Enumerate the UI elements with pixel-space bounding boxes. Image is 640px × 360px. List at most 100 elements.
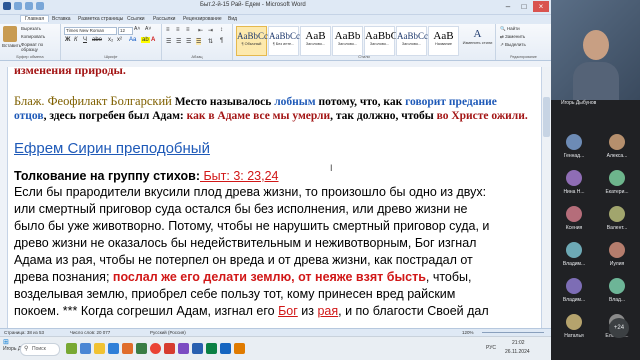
tab-home[interactable]: Главная (20, 15, 50, 22)
status-zoom[interactable]: 120% (462, 330, 474, 335)
tab-review[interactable]: Рецензирование (183, 16, 222, 22)
numbering-icon[interactable]: ≡ (176, 27, 180, 33)
clock-date[interactable]: 26.11.2024 (505, 349, 530, 355)
status-page[interactable]: Страница: 38 из 53 (4, 330, 44, 335)
self-video-tile[interactable] (551, 0, 640, 100)
doc-link-god[interactable]: Бог (278, 304, 298, 318)
font-name-select[interactable]: Times New Roman (64, 27, 117, 35)
select-button[interactable]: ↗ Выделить (500, 42, 526, 48)
justify-icon[interactable]: ☰ (196, 38, 202, 45)
participant-tile[interactable]: Владим... (553, 240, 595, 276)
vertical-scrollbar[interactable] (541, 67, 551, 328)
show-marks-icon[interactable]: ¶ (220, 38, 223, 44)
maximize-button[interactable]: □ (516, 1, 532, 12)
align-right-icon[interactable]: ☰ (186, 38, 191, 45)
sort-icon[interactable]: ↕ (220, 27, 223, 33)
style-item[interactable]: AaBbCcDc ¶ Без инте... (268, 26, 311, 56)
italic-icon[interactable]: К (74, 37, 78, 43)
app-icon-chrome[interactable] (150, 343, 161, 354)
app-icon-zoom[interactable] (220, 343, 231, 354)
participant-tile[interactable]: Екатери... (596, 168, 638, 204)
taskbar-search[interactable]: ⚲ Поиск (20, 343, 60, 356)
grow-font-icon[interactable]: A˄ (134, 26, 140, 32)
status-language[interactable]: Русский (Россия) (150, 330, 186, 335)
app-icon-whatsapp[interactable] (136, 343, 147, 354)
strikethrough-icon[interactable]: abe (92, 37, 102, 43)
minimize-button[interactable]: – (500, 1, 516, 12)
style-item[interactable]: AaBbC Заголово... (364, 26, 398, 56)
change-styles-button[interactable]: A Изменить стили (462, 26, 493, 54)
style-item[interactable]: AaBbCcDc ¶ Обычный (236, 26, 279, 56)
subscript-icon[interactable]: x₂ (108, 37, 113, 43)
more-participants-badge[interactable]: +24 (609, 318, 629, 338)
app-icon-media[interactable] (122, 343, 133, 354)
app-icon-vlc[interactable] (234, 343, 245, 354)
participant-tile[interactable]: Ксения (553, 204, 595, 240)
participant-tile[interactable]: Иулия (596, 240, 638, 276)
font-color-icon[interactable]: A (151, 37, 155, 43)
style-item[interactable]: AaB Заголово... (300, 26, 331, 56)
app-icon-explorer[interactable] (94, 343, 105, 354)
style-item[interactable]: AaBbCcD Заголово... (396, 26, 435, 56)
doc-reference-link[interactable]: Быт: 3: 23,24 (200, 169, 278, 183)
app-icon-desktop[interactable] (66, 343, 77, 354)
highlight-icon[interactable]: ab (141, 37, 150, 43)
office-button-icon[interactable] (3, 2, 11, 10)
language-indicator[interactable]: РУС (486, 345, 496, 351)
participant-tile[interactable]: Валент... (596, 204, 638, 240)
tab-references[interactable]: Ссылки (127, 16, 145, 22)
vertical-ruler[interactable] (0, 67, 8, 328)
bullets-icon[interactable]: ≡ (166, 27, 170, 33)
line-spacing-icon[interactable]: ⇅ (208, 38, 213, 45)
app-icon-word[interactable] (192, 343, 203, 354)
app-icon-mail[interactable] (108, 343, 119, 354)
participant-tile[interactable]: Влад... (596, 276, 638, 312)
superscript-icon[interactable]: x² (117, 37, 122, 43)
save-icon[interactable] (14, 2, 22, 10)
doc-text-tradition: говорит предание (405, 96, 497, 108)
app-icon-meet[interactable] (206, 343, 217, 354)
doc-text-adam: как в Адаме все мы умерли (186, 110, 331, 122)
paste-icon[interactable] (3, 26, 17, 42)
format-painter-button[interactable]: Формат по образцу (21, 42, 60, 52)
participant-tile[interactable]: Наталья (553, 312, 595, 348)
decrease-indent-icon[interactable]: ⇤ (198, 27, 203, 34)
font-size-select[interactable]: 12 (118, 27, 133, 35)
close-button[interactable]: × (533, 1, 549, 12)
tab-view[interactable]: Вид (228, 16, 237, 22)
align-center-icon[interactable]: ☰ (176, 38, 181, 45)
replace-button[interactable]: ⇄ Заменить (500, 34, 525, 40)
status-words[interactable]: Число слов: 20 077 (70, 330, 110, 335)
start-icon[interactable]: ⊞ (3, 338, 9, 346)
undo-icon[interactable] (25, 2, 33, 10)
style-item[interactable]: AaB Название (428, 26, 459, 56)
app-icon-opera[interactable] (164, 343, 175, 354)
participant-tile[interactable]: Геннад... (553, 132, 595, 168)
participant-tile[interactable]: Алекса... (596, 132, 638, 168)
app-icon-viber[interactable] (178, 343, 189, 354)
zoom-slider[interactable] (482, 332, 544, 333)
tab-mailings[interactable]: Рассылки (153, 16, 175, 22)
tab-insert[interactable]: Вставка (52, 16, 71, 22)
tab-page-layout[interactable]: Разметка страницы (78, 16, 123, 22)
paste-button[interactable]: Вставить (2, 43, 21, 48)
change-case-icon[interactable]: Aa (129, 37, 136, 43)
participant-tile[interactable]: Нина Н... (553, 168, 595, 204)
cut-button[interactable]: Вырезать (21, 26, 41, 31)
shrink-font-icon[interactable]: A˅ (145, 26, 151, 32)
style-item[interactable]: AaBb Заголово... (332, 26, 363, 56)
clock-time[interactable]: 21:02 (512, 340, 525, 346)
redo-icon[interactable] (36, 2, 44, 10)
underline-icon[interactable]: Ч (83, 37, 87, 43)
align-left-icon[interactable]: ☰ (166, 38, 171, 45)
bold-icon[interactable]: Ж (65, 37, 70, 43)
find-button[interactable]: 🔍 Найти (500, 26, 520, 32)
scrollbar-thumb[interactable] (543, 97, 550, 137)
document-page[interactable]: изменения природы. Блаж. Феофилакт Болга… (8, 67, 541, 328)
multilevel-list-icon[interactable]: ≡ (186, 27, 190, 33)
copy-button[interactable]: Копировать (21, 34, 45, 39)
increase-indent-icon[interactable]: ⇥ (208, 27, 213, 34)
participant-tile[interactable]: Владим... (553, 276, 595, 312)
app-icon-task-view[interactable] (80, 343, 91, 354)
doc-link-paradise[interactable]: рая (317, 304, 338, 318)
